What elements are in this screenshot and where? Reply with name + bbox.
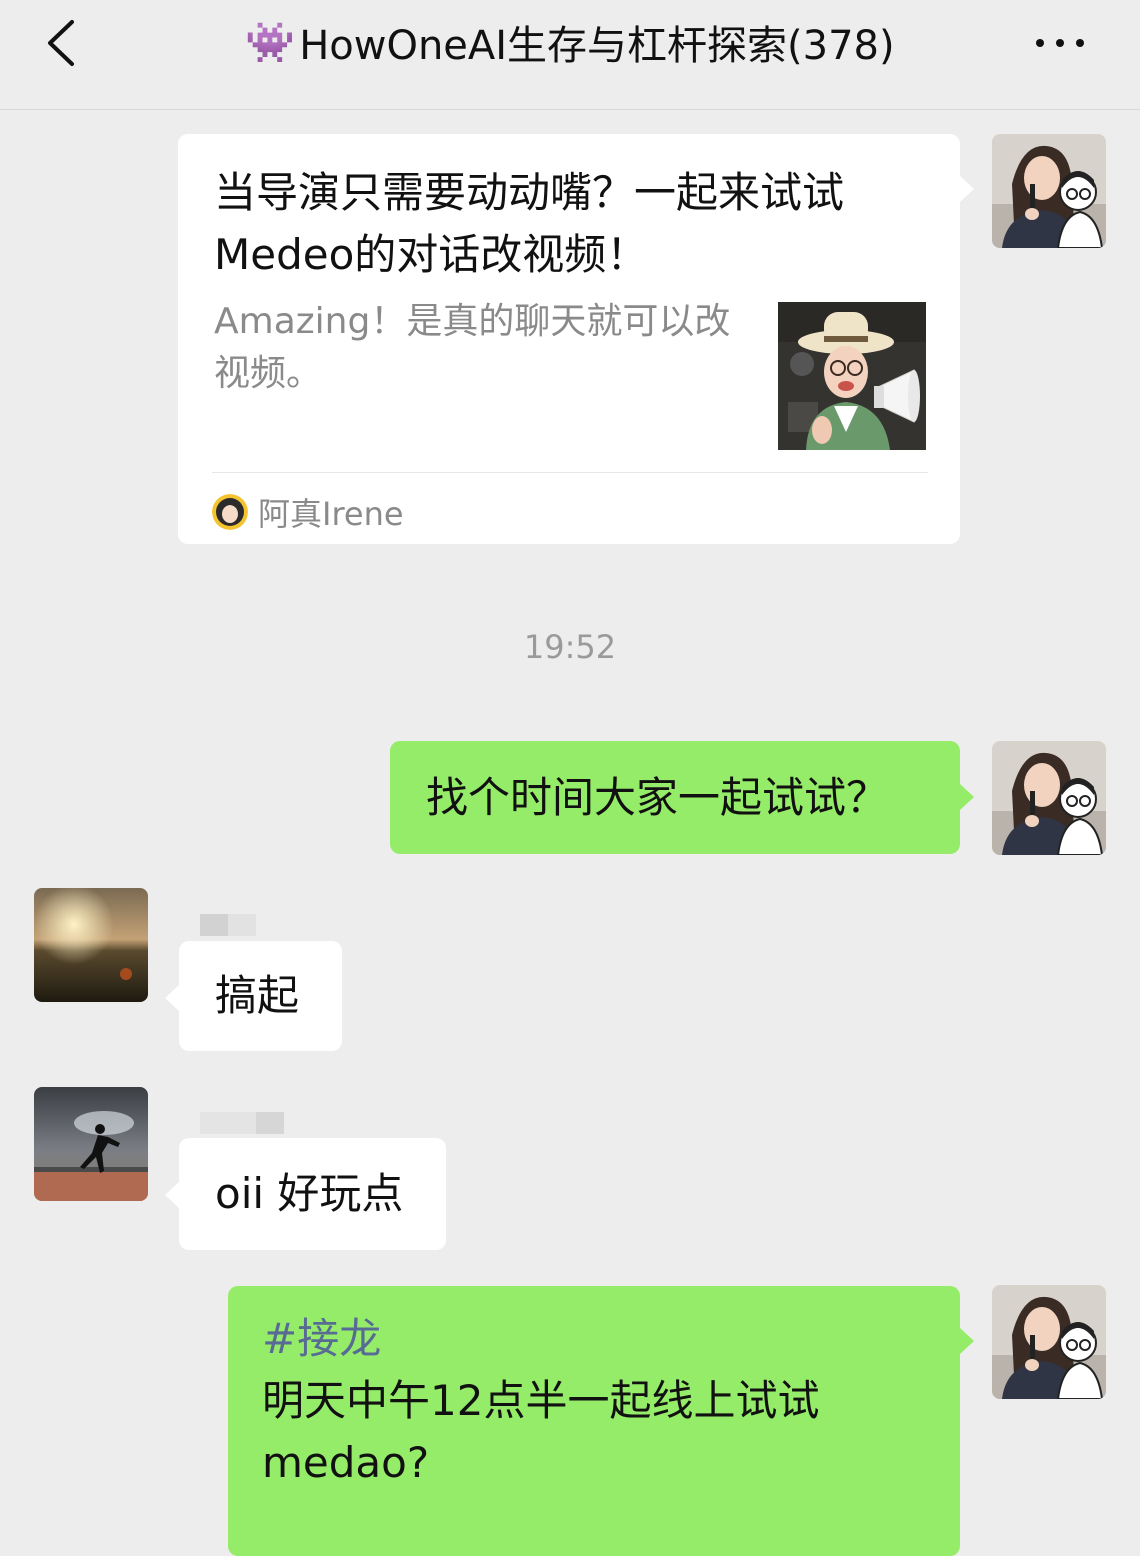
- source-avatar: [212, 494, 248, 530]
- card-thumbnail: [778, 302, 926, 450]
- hashtag-link[interactable]: #接龙: [262, 1308, 960, 1370]
- group-name: HowOneAI生存与杠杆探索(378): [299, 23, 895, 69]
- bubble-tail: [960, 176, 974, 202]
- link-card-message[interactable]: 当导演只需要动动嘴？一起来试试Medeo的对话改视频！ Amazing！是真的聊…: [178, 134, 960, 544]
- sender-avatar[interactable]: [34, 1087, 148, 1201]
- bubble-tail: [960, 1328, 974, 1354]
- bubble-tail: [960, 784, 974, 810]
- my-message-bubble[interactable]: #接龙 明天中午12点半一起线上试试 medao?: [228, 1286, 960, 1556]
- my-avatar[interactable]: [992, 1285, 1106, 1399]
- sender-avatar[interactable]: [34, 888, 148, 1002]
- sender-nickname-blurred: [200, 1112, 284, 1134]
- bubble-tail: [165, 985, 179, 1011]
- my-message-bubble[interactable]: 找个时间大家一起试试？: [390, 741, 960, 854]
- my-avatar[interactable]: [992, 134, 1106, 248]
- message-text: medao?: [262, 1438, 430, 1487]
- card-title: 当导演只需要动动嘴？一起来试试Medeo的对话改视频！: [214, 168, 845, 279]
- sender-nickname-blurred: [200, 914, 256, 936]
- message-text: oii 好玩点: [215, 1169, 404, 1218]
- message-timestamp: 19:52: [523, 628, 617, 666]
- group-emoji: 👾: [245, 19, 296, 66]
- message-text: 明天中午12点半一起线上试试: [262, 1376, 820, 1425]
- card-source: 阿真Irene: [212, 488, 404, 536]
- chat-title: 👾 HowOneAI生存与杠杆探索(378): [190, 12, 950, 72]
- source-name: 阿真Irene: [258, 495, 404, 533]
- card-description: Amazing！是真的聊天就可以改视频。: [214, 301, 731, 394]
- my-avatar[interactable]: [992, 741, 1106, 855]
- message-text: 搞起: [215, 971, 300, 1020]
- more-options-icon[interactable]: [1025, 30, 1095, 56]
- card-divider: [212, 472, 928, 473]
- message-text: 找个时间大家一起试试？: [426, 772, 889, 822]
- back-icon[interactable]: [40, 18, 90, 68]
- received-message-bubble[interactable]: 搞起: [179, 941, 342, 1051]
- received-message-bubble[interactable]: oii 好玩点: [179, 1138, 446, 1250]
- bubble-tail: [165, 1182, 179, 1208]
- chat-header: 👾 HowOneAI生存与杠杆探索(378): [0, 0, 1140, 110]
